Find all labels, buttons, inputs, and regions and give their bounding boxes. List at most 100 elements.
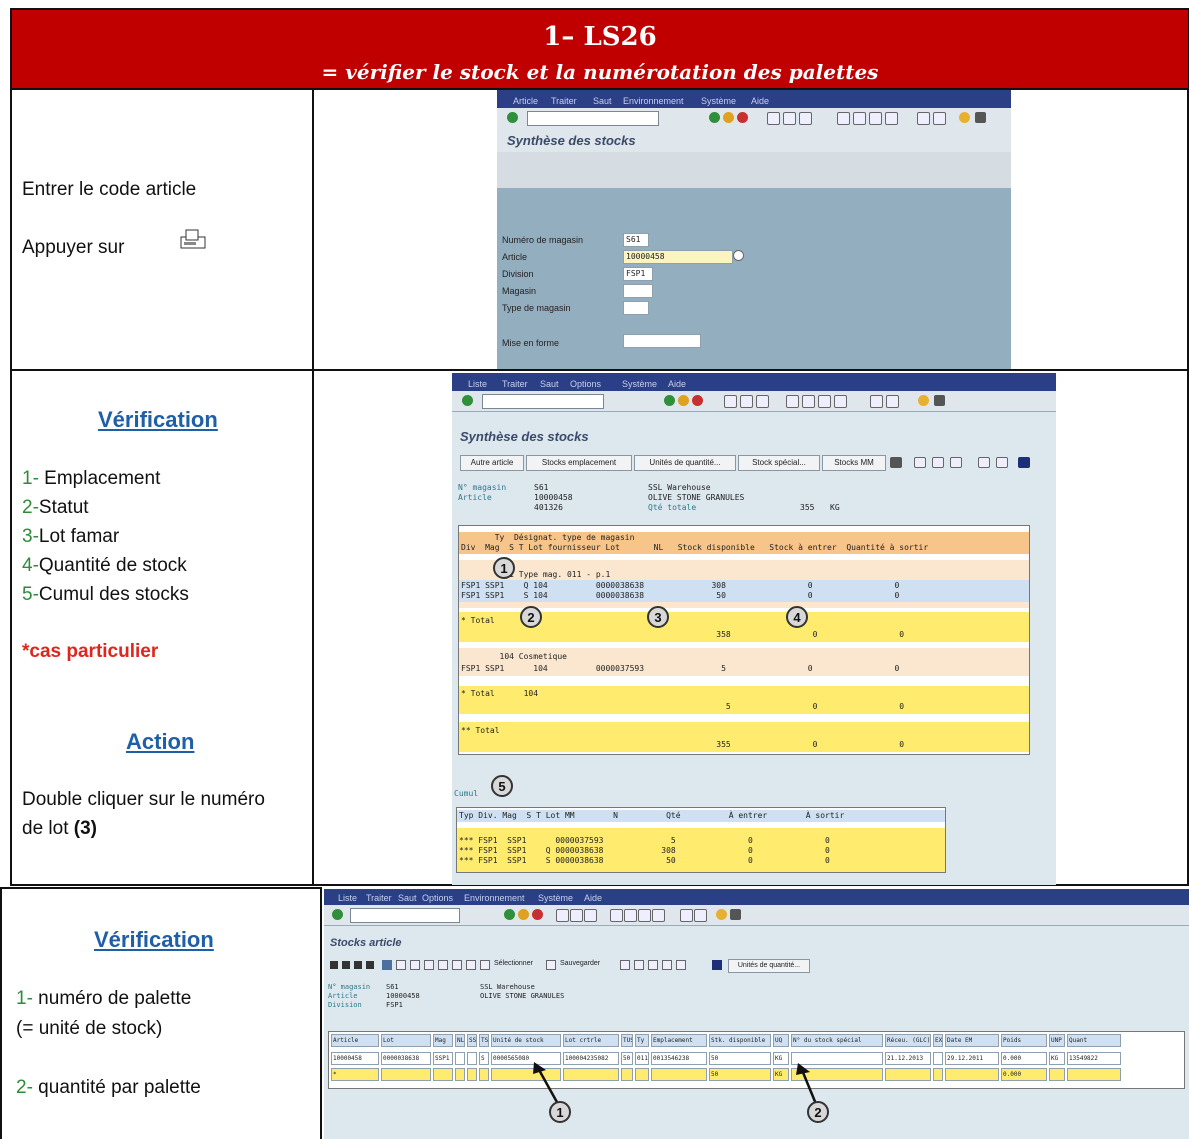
- menu-item[interactable]: Système: [538, 893, 573, 903]
- special-stock-button[interactable]: Stock spécial...: [738, 455, 820, 471]
- first-page-icon[interactable]: [610, 909, 623, 922]
- table-row[interactable]: FSP1 SSP1 104 0000037593 5 0 0: [461, 664, 899, 673]
- graphic-icon[interactable]: [620, 960, 630, 970]
- find-icon[interactable]: [740, 395, 753, 408]
- menu-item[interactable]: Article: [513, 96, 538, 106]
- menu-item[interactable]: Système: [622, 379, 657, 389]
- layout-field[interactable]: [623, 334, 701, 348]
- menu-item[interactable]: Traiter: [551, 96, 577, 106]
- first-page-icon[interactable]: [786, 395, 799, 408]
- table-cell[interactable]: SSP1: [433, 1052, 453, 1065]
- select-label[interactable]: Sélectionner: [494, 960, 533, 967]
- last-icon[interactable]: [366, 961, 374, 969]
- print-list-icon[interactable]: [396, 960, 406, 970]
- layout-choose-icon[interactable]: [634, 960, 644, 970]
- menu-item[interactable]: Environnement: [623, 96, 684, 106]
- menu-item[interactable]: Liste: [338, 893, 357, 903]
- command-field[interactable]: [482, 394, 604, 409]
- storage-type-field[interactable]: [623, 301, 649, 315]
- sort-icon[interactable]: [978, 457, 990, 468]
- table-cell[interactable]: 10000458: [331, 1052, 379, 1065]
- print-list-icon[interactable]: [932, 457, 944, 468]
- first-icon[interactable]: [330, 961, 338, 969]
- table-cell[interactable]: KG: [1049, 1052, 1065, 1065]
- export-icon[interactable]: [914, 457, 926, 468]
- last-page-icon[interactable]: [834, 395, 847, 408]
- new-session-icon[interactable]: [870, 395, 883, 408]
- table-cell[interactable]: S: [479, 1052, 489, 1065]
- exit-icon[interactable]: [723, 112, 734, 123]
- next-page-icon[interactable]: [638, 909, 651, 922]
- back-icon[interactable]: [709, 112, 720, 123]
- info-icon[interactable]: [1018, 457, 1030, 468]
- last-page-icon[interactable]: [652, 909, 665, 922]
- find-icon[interactable]: [783, 112, 796, 125]
- save-icon[interactable]: [546, 960, 556, 970]
- command-field[interactable]: [350, 908, 460, 923]
- units-of-measure-button[interactable]: Unités de quantité...: [634, 455, 736, 471]
- filter-icon[interactable]: [950, 457, 962, 468]
- choose-icon[interactable]: [480, 960, 490, 970]
- table-cell[interactable]: 0.000: [1001, 1052, 1047, 1065]
- enter-icon[interactable]: [462, 395, 473, 406]
- article-field[interactable]: 10000458: [623, 250, 733, 264]
- menu-item[interactable]: Traiter: [502, 379, 528, 389]
- print-icon[interactable]: [556, 909, 569, 922]
- search-help-icon[interactable]: [733, 250, 744, 261]
- back-icon[interactable]: [504, 909, 515, 920]
- help-icon[interactable]: [918, 395, 929, 406]
- table-cell[interactable]: 29.12.2011: [945, 1052, 999, 1065]
- table-cell[interactable]: 13549822: [1067, 1052, 1121, 1065]
- warehouse-field[interactable]: S61: [623, 233, 649, 247]
- help-icon[interactable]: [959, 112, 970, 123]
- division-field[interactable]: FSP1: [623, 267, 653, 281]
- first-page-icon[interactable]: [837, 112, 850, 125]
- layout-icon[interactable]: [934, 395, 945, 406]
- shortcut-icon[interactable]: [694, 909, 707, 922]
- help-icon[interactable]: [716, 909, 727, 920]
- menu-item[interactable]: Options: [422, 893, 453, 903]
- command-field[interactable]: [527, 111, 659, 126]
- exit-icon[interactable]: [518, 909, 529, 920]
- table-row[interactable]: FSP1 SSP1 Q 104 0000038638 308 0 0: [461, 581, 899, 590]
- menu-item[interactable]: Saut: [398, 893, 417, 903]
- graphic-icon[interactable]: [996, 457, 1008, 468]
- sum-icon[interactable]: [452, 960, 462, 970]
- table-cell[interactable]: [455, 1052, 465, 1065]
- enter-icon[interactable]: [507, 112, 518, 123]
- menu-item[interactable]: Saut: [593, 96, 612, 106]
- table-row[interactable]: *** FSP1 SSP1 S 0000038638 50 0 0: [459, 856, 830, 865]
- back-icon[interactable]: [664, 395, 675, 406]
- storage-location-field[interactable]: [623, 284, 653, 298]
- exit-icon[interactable]: [678, 395, 689, 406]
- menu-item[interactable]: Environnement: [464, 893, 525, 903]
- info-icon[interactable]: [712, 960, 722, 970]
- stocks-mm-button[interactable]: Stocks MM: [822, 455, 886, 471]
- menu-item[interactable]: Système: [701, 96, 736, 106]
- sort-desc-icon[interactable]: [438, 960, 448, 970]
- print-icon[interactable]: [767, 112, 780, 125]
- new-session-icon[interactable]: [917, 112, 930, 125]
- shortcut-icon[interactable]: [933, 112, 946, 125]
- find-next-icon[interactable]: [756, 395, 769, 408]
- save-label[interactable]: Sauvegarder: [560, 960, 600, 967]
- table-row[interactable]: FSP1 SSP1 S 104 0000038638 50 0 0: [461, 591, 899, 600]
- layout-change-icon[interactable]: [648, 960, 658, 970]
- find-next-icon[interactable]: [584, 909, 597, 922]
- table-cell[interactable]: 0000038638: [381, 1052, 431, 1065]
- table-cell[interactable]: [467, 1052, 477, 1065]
- next-page-icon[interactable]: [869, 112, 882, 125]
- table-cell[interactable]: [933, 1052, 943, 1065]
- shortcut-icon[interactable]: [886, 395, 899, 408]
- detail-icon[interactable]: [382, 960, 392, 970]
- find-icon[interactable]: [570, 909, 583, 922]
- filter-icon[interactable]: [410, 960, 420, 970]
- next-icon[interactable]: [354, 961, 362, 969]
- layout-icon[interactable]: [730, 909, 741, 920]
- table-cell[interactable]: 21.12.2013: [885, 1052, 931, 1065]
- other-article-button[interactable]: Autre article: [460, 455, 524, 471]
- prev-page-icon[interactable]: [853, 112, 866, 125]
- layout-icon[interactable]: [975, 112, 986, 123]
- enter-icon[interactable]: [332, 909, 343, 920]
- print-icon[interactable]: [724, 395, 737, 408]
